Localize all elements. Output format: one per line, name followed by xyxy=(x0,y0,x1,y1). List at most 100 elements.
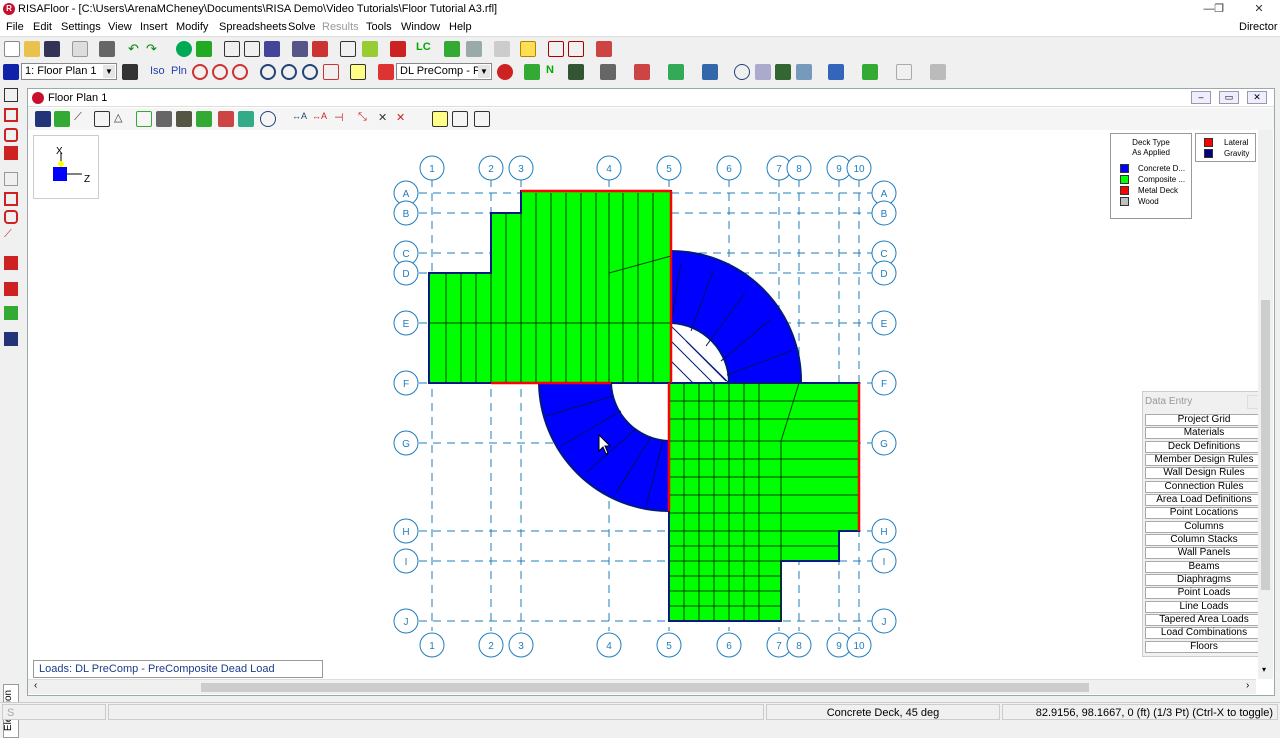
color-icon[interactable] xyxy=(796,64,812,80)
rotate-y-icon[interactable] xyxy=(212,64,228,80)
design-icon[interactable] xyxy=(548,41,564,57)
draw-column-icon[interactable] xyxy=(4,108,18,122)
beams-button[interactable]: Beams xyxy=(1145,561,1263,573)
results-icon[interactable] xyxy=(466,41,482,57)
rotate-x-icon[interactable] xyxy=(192,64,208,80)
info-icon[interactable] xyxy=(734,64,750,80)
nodes-icon[interactable]: N xyxy=(546,64,562,80)
mirror-icon[interactable]: ↔A xyxy=(312,111,328,127)
wall-panels-button[interactable]: Wall Panels xyxy=(1145,547,1263,559)
restore-button[interactable]: ❐ xyxy=(1204,2,1234,17)
unselect-icon[interactable] xyxy=(54,111,70,127)
loads-display-icon[interactable] xyxy=(497,64,513,80)
menu-insert[interactable]: Insert xyxy=(140,21,168,33)
menu-window[interactable]: Window xyxy=(401,21,440,33)
grid-view-icon[interactable] xyxy=(828,64,844,80)
lock-selection-icon[interactable] xyxy=(196,111,212,127)
redo-icon[interactable]: ↷ xyxy=(146,41,162,57)
load-case-icon[interactable]: LC xyxy=(416,41,432,57)
menu-modify[interactable]: Modify xyxy=(176,21,208,33)
cross-icon[interactable]: ✕ xyxy=(378,111,394,127)
select-all-icon[interactable] xyxy=(35,111,51,127)
beam-icon[interactable] xyxy=(218,111,234,127)
beam-grid-icon[interactable] xyxy=(224,41,240,57)
box-select-icon[interactable] xyxy=(94,111,110,127)
chevron-down-icon[interactable]: ▼ xyxy=(478,65,490,78)
model-view-icon[interactable] xyxy=(292,41,308,57)
zoom-full-icon[interactable] xyxy=(323,64,339,80)
scroll-left-icon[interactable]: ‹ xyxy=(34,680,37,691)
draw-brace-icon[interactable] xyxy=(4,146,18,160)
connection-rules-button[interactable]: Connection Rules xyxy=(1145,481,1263,493)
code-check-icon[interactable] xyxy=(568,41,584,57)
spreadsheet-icon[interactable] xyxy=(362,41,378,57)
mdi-close-button[interactable]: ✕ xyxy=(1247,91,1267,104)
point-locations-button[interactable]: Point Locations xyxy=(1145,507,1263,519)
undo-icon[interactable]: ↶ xyxy=(128,41,144,57)
menu-edit[interactable]: Edit xyxy=(33,21,52,33)
draw-slab-icon[interactable] xyxy=(4,192,18,206)
project-grid-button[interactable]: Project Grid xyxy=(1145,414,1263,426)
open-folder-icon[interactable] xyxy=(24,41,40,57)
clear-icon[interactable] xyxy=(340,41,356,57)
window-icon[interactable] xyxy=(3,64,19,80)
snap-icon[interactable] xyxy=(896,64,912,80)
member-labels-icon[interactable] xyxy=(524,64,540,80)
mdi-restore-button[interactable]: ▭ xyxy=(1219,91,1239,104)
columns-button[interactable]: Columns xyxy=(1145,521,1263,533)
close-button[interactable]: ✕ xyxy=(1244,2,1274,17)
load-case-select[interactable]: DL PreComp - Pr ▼ xyxy=(396,63,492,80)
new-file-icon[interactable] xyxy=(4,41,20,57)
image-icon[interactable] xyxy=(775,64,791,80)
menu-spreadsheets[interactable]: Spreadsheets xyxy=(219,21,287,33)
draw-wall-icon[interactable] xyxy=(4,128,18,142)
floors-button[interactable]: Floors xyxy=(1145,641,1263,653)
edit-icon[interactable] xyxy=(432,111,448,127)
column-stacks-button[interactable]: Column Stacks xyxy=(1145,534,1263,546)
draw-opening-icon[interactable] xyxy=(4,210,18,224)
table-icon[interactable] xyxy=(452,111,468,127)
point-load-icon[interactable] xyxy=(4,256,18,270)
split-icon[interactable]: ⊣ xyxy=(334,111,350,127)
menu-file[interactable]: File xyxy=(6,21,24,33)
draw-grid-icon[interactable] xyxy=(4,172,18,186)
diaphragms-button[interactable]: Diaphragms xyxy=(1145,574,1263,586)
refresh-icon[interactable] xyxy=(260,111,276,127)
scroll-right-icon[interactable]: › xyxy=(1246,680,1249,691)
zoom-box-icon[interactable] xyxy=(302,64,318,80)
member-design-rules-button[interactable]: Member Design Rules xyxy=(1145,454,1263,466)
lock-icon[interactable] xyxy=(4,332,18,346)
point-loads-button[interactable]: Point Loads xyxy=(1145,587,1263,599)
menu-view[interactable]: View xyxy=(108,21,132,33)
load-toggle-icon[interactable] xyxy=(378,64,394,80)
walls-icon[interactable] xyxy=(634,64,650,80)
draw-icon[interactable] xyxy=(350,64,366,80)
scale-icon[interactable]: ⤡ xyxy=(358,111,374,127)
solve-icon[interactable] xyxy=(390,41,406,57)
menu-help[interactable]: Help xyxy=(449,21,472,33)
move-icon[interactable]: ↔A xyxy=(292,111,308,127)
building-icon[interactable] xyxy=(196,41,212,57)
mesh-icon[interactable] xyxy=(264,41,280,57)
mdi-minimize-button[interactable]: – xyxy=(1191,91,1211,104)
wall-design-rules-button[interactable]: Wall Design Rules xyxy=(1145,467,1263,479)
draw-beam-icon[interactable] xyxy=(4,88,18,102)
report-icon[interactable] xyxy=(494,41,510,57)
zoom-out-icon[interactable] xyxy=(281,64,297,80)
deck-icon[interactable] xyxy=(702,64,718,80)
joints-icon[interactable] xyxy=(600,64,616,80)
print-icon[interactable] xyxy=(99,41,115,57)
scroll-down-icon[interactable]: ▾ xyxy=(1262,665,1266,674)
line-load-icon[interactable] xyxy=(4,282,18,296)
vertical-scrollbar[interactable]: ▾ xyxy=(1258,130,1273,679)
menu-results[interactable]: Results xyxy=(322,21,359,33)
area-load-definitions-button[interactable]: Area Load Definitions xyxy=(1145,494,1263,506)
find-icon[interactable] xyxy=(520,41,536,57)
vertical-scroll-thumb[interactable] xyxy=(1261,300,1270,590)
director-link[interactable]: Director xyxy=(1239,21,1278,33)
save-selection-icon[interactable] xyxy=(176,111,192,127)
transform-icon[interactable] xyxy=(755,64,771,80)
line-select-icon[interactable]: ⟋ xyxy=(74,111,90,127)
menu-solve[interactable]: Solve xyxy=(288,21,316,33)
floor-plan-canvas[interactable]: 1 2 3 4 5 6 7 8 9 10 1 2 3 4 5 6 7 8 9 1… xyxy=(28,130,1256,679)
